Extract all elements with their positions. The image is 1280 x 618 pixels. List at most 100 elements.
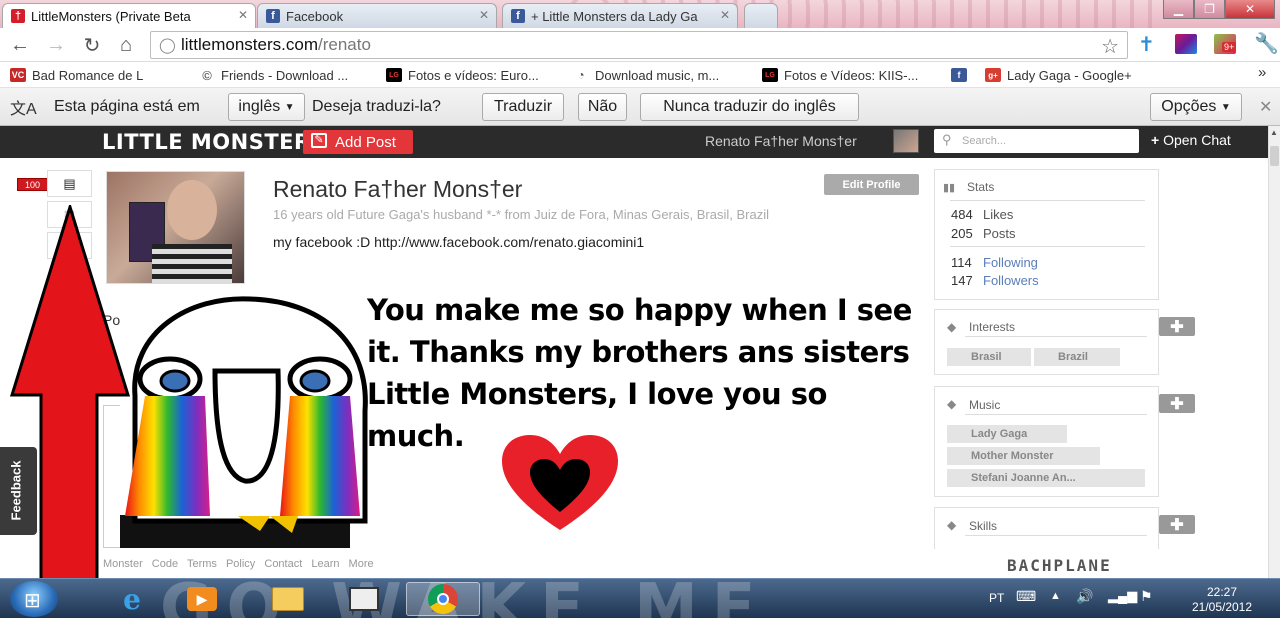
site-header: LITTLE MONSTERS ✎ Add Post Renato Fa†her… (0, 126, 1268, 158)
following-link[interactable]: Following (983, 255, 1038, 270)
bookmark-item[interactable]: LG Fotos e vídeos: Euro... (386, 66, 561, 84)
music-tag[interactable]: Mother Monster (947, 447, 1100, 465)
translate-button[interactable]: Traduzir (482, 93, 564, 121)
bookmark-item[interactable]: VC Bad Romance de L (10, 66, 180, 84)
profile-subtitle: 16 years old Future Gaga's husband *-* f… (273, 207, 769, 222)
add-interest-button[interactable]: ✚ (1159, 317, 1195, 336)
new-tab-button[interactable] (744, 3, 778, 28)
page-scrollbar[interactable]: ▲ (1268, 126, 1280, 578)
tab-littlemonsters[interactable]: † LittleMonsters (Private Beta ✕ (2, 3, 256, 28)
bookmark-label: Lady Gaga - Google+ (1007, 67, 1132, 83)
scroll-thumb[interactable] (1270, 146, 1279, 166)
bookmark-item[interactable]: ◔ Download music, m... (573, 66, 748, 84)
site-logo[interactable]: LITTLE MONSTERS (102, 130, 326, 154)
bookmark-item[interactable]: g+ Lady Gaga - Google+ (985, 66, 1160, 84)
divider (950, 200, 1145, 201)
profile-bio: my facebook :D http://www.facebook.com/r… (273, 234, 645, 250)
internet-explorer-icon[interactable]: e (106, 582, 158, 616)
close-icon[interactable]: ✕ (720, 8, 730, 22)
profile-name: Renato Fa†her Mons†er (273, 176, 523, 202)
explorer-folder-icon[interactable] (262, 582, 314, 616)
divider (950, 246, 1145, 247)
music-tag[interactable]: Stefani Joanne An... (947, 469, 1145, 487)
show-hidden-icons[interactable]: ▲ (1050, 590, 1061, 602)
more-bookmarks-icon[interactable]: » (1258, 64, 1266, 81)
minimize-button[interactable]: ▁ (1163, 0, 1194, 19)
edit-profile-button[interactable]: Edit Profile (824, 174, 919, 195)
stat-value: 205 (951, 226, 973, 241)
plus-icon: + (1151, 132, 1160, 148)
no-translate-button[interactable]: Não (578, 93, 627, 121)
divider (965, 414, 1147, 415)
reload-icon[interactable]: ↻ (80, 34, 104, 57)
followers-link[interactable]: Followers (983, 273, 1039, 288)
stat-following[interactable]: 114 Following (951, 255, 1038, 270)
bookmark-item[interactable]: © Friends - Download ... (199, 66, 374, 84)
language-select[interactable]: inglês ▼ (228, 93, 305, 121)
stats-panel: ▮▮ Stats 484 Likes 205 Posts 114 Following … (934, 169, 1159, 300)
scroll-up-icon[interactable]: ▲ (1270, 128, 1279, 140)
music-title: Music (969, 398, 1001, 412)
presentation-app-icon[interactable] (338, 582, 390, 616)
wrench-icon[interactable]: 🔧 (1254, 31, 1279, 56)
back-icon[interactable]: ← (8, 34, 32, 56)
notifications-extension-icon[interactable]: 9+ (1214, 34, 1237, 54)
footer-link[interactable]: Contact (264, 558, 302, 570)
stat-value: 147 (951, 273, 973, 288)
add-post-button[interactable]: ✎ Add Post (303, 130, 413, 154)
tab-little-monsters-group[interactable]: f + Little Monsters da Lady Ga ✕ (502, 3, 738, 28)
volume-icon[interactable]: 🔊 (1076, 588, 1093, 605)
close-icon[interactable]: ✕ (1259, 97, 1272, 117)
backplane-logo[interactable]: BACHPLANE (1007, 556, 1112, 575)
input-language[interactable]: PT (989, 591, 1004, 605)
never-translate-button[interactable]: Nunca traduzir do inglês (640, 93, 859, 121)
bookmark-label: Download music, m... (595, 67, 720, 83)
chrome-taskbar-button[interactable] (406, 582, 480, 616)
add-skill-button[interactable]: ✚ (1159, 515, 1195, 534)
search-input[interactable]: ⚲ Search... (934, 129, 1139, 153)
tab-title: + Little Monsters da Lady Ga (531, 8, 698, 24)
close-icon[interactable]: ✕ (479, 8, 489, 22)
forward-icon[interactable]: → (44, 34, 68, 56)
notification-badge[interactable]: 100 (17, 178, 48, 191)
open-chat-button[interactable]: + Open Chat (1151, 132, 1231, 148)
header-avatar[interactable] (893, 129, 919, 153)
cross-extension-icon[interactable]: ✝ (1138, 32, 1155, 57)
tab-facebook[interactable]: f Facebook ✕ (257, 3, 497, 28)
url-host: littlemonsters.com (181, 35, 318, 54)
footer-link[interactable]: Policy (226, 558, 255, 570)
tab-strip: † LittleMonsters (Private Beta ✕ f Faceb… (0, 0, 1280, 28)
options-button[interactable]: Opções ▼ (1150, 93, 1242, 121)
messages-icon[interactable]: ▤ (47, 170, 92, 197)
interest-tag[interactable]: Brasil (947, 348, 1031, 366)
add-music-button[interactable]: ✚ (1159, 394, 1195, 413)
system-clock[interactable]: 22:27 21/05/2012 (1170, 585, 1274, 615)
stat-followers[interactable]: 147 Followers (951, 273, 1039, 288)
tab-title: LittleMonsters (Private Beta (31, 8, 191, 24)
action-center-icon[interactable]: ⚑ (1140, 588, 1153, 605)
keyboard-icon[interactable]: ⌨ (1016, 588, 1036, 605)
home-icon[interactable]: ⌂ (114, 34, 138, 56)
bookmark-item[interactable]: f (951, 66, 973, 84)
stat-value: 114 (951, 255, 972, 270)
facebook-icon: f (511, 9, 525, 23)
close-icon[interactable]: ✕ (238, 8, 248, 22)
address-bar[interactable]: ◯ littlemonsters.com/renato ☆ (150, 31, 1128, 59)
music-tag[interactable]: Lady Gaga (947, 425, 1067, 443)
divider (965, 535, 1147, 536)
maximize-button[interactable]: ❐ (1194, 0, 1225, 19)
close-window-button[interactable]: ✕ (1225, 0, 1275, 19)
interest-tag[interactable]: Brazil (1034, 348, 1120, 366)
bookmark-label: Fotos e vídeos: Euro... (408, 67, 539, 83)
interests-panel: ◆ Interests Brasil Brazil (934, 309, 1159, 375)
network-icon[interactable]: ▂▄▆ (1108, 588, 1137, 604)
bookmark-item[interactable]: LG Fotos e Vídeos: KIIS-... (762, 66, 937, 84)
footer-link[interactable]: Terms (187, 558, 217, 570)
star-icon[interactable]: ☆ (1101, 34, 1119, 59)
footer-link[interactable]: Learn More (311, 558, 373, 570)
clock-time: 22:27 (1206, 585, 1238, 599)
start-button[interactable]: ⊞ (10, 581, 58, 617)
header-username[interactable]: Renato Fa†her Mons†er (705, 133, 857, 149)
extension-icon[interactable] (1175, 34, 1197, 54)
media-player-icon[interactable]: ▶ (176, 582, 228, 616)
